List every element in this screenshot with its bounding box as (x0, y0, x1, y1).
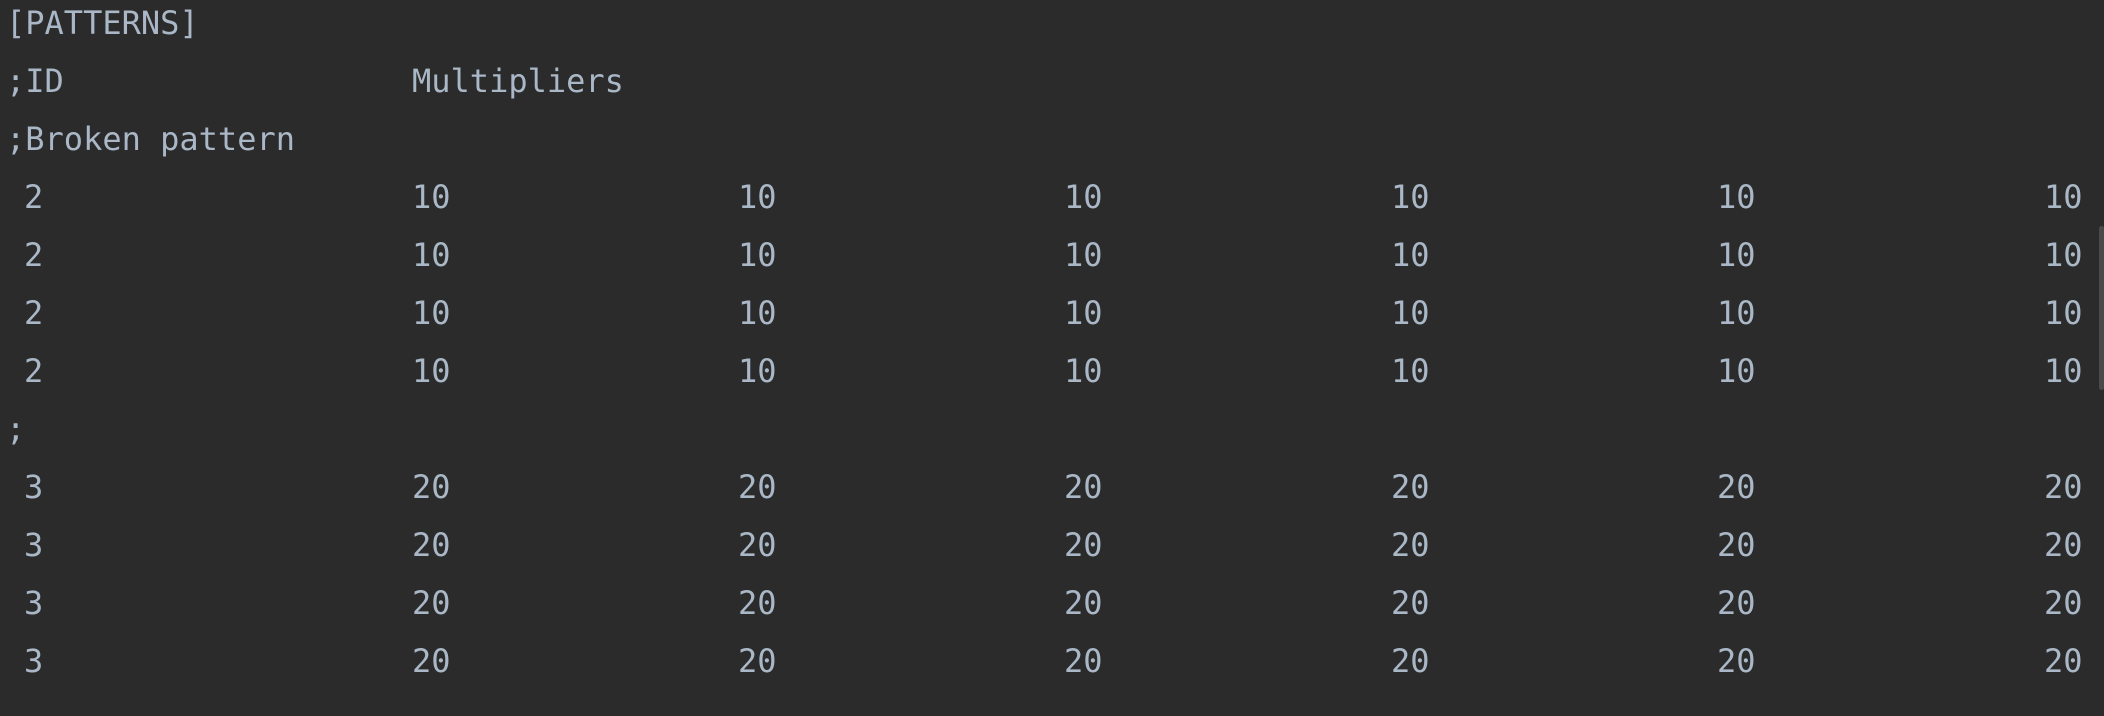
pattern-id: 2 (24, 352, 44, 390)
multiplier-value: 10 (2044, 352, 2083, 390)
pattern-row: 3 20 20 20 20 20 20 (0, 580, 2090, 638)
multiplier-value: 10 (2044, 178, 2083, 216)
pattern-row: 2 10 10 10 10 10 10 (0, 348, 2090, 406)
multiplier-value: 20 (1391, 468, 1430, 506)
multiplier-value: 20 (738, 468, 777, 506)
comment-broken-pattern: ;Broken pattern (6, 120, 295, 158)
multiplier-value: 10 (2044, 236, 2083, 274)
multiplier-value: 10 (1064, 178, 1103, 216)
multiplier-value: 10 (2044, 294, 2083, 332)
multiplier-value: 10 (1391, 294, 1430, 332)
multiplier-value: 10 (738, 294, 777, 332)
pattern-row: 3 20 20 20 20 20 20 (0, 522, 2090, 580)
multiplier-value: 10 (412, 294, 451, 332)
multiplier-value: 20 (1391, 642, 1430, 680)
multiplier-value: 10 (1064, 352, 1103, 390)
pattern-row: 2 10 10 10 10 10 10 (0, 174, 2090, 232)
multiplier-value: 10 (1064, 236, 1103, 274)
comment-multipliers: Multipliers (412, 62, 624, 100)
multiplier-value: 20 (1717, 584, 1756, 622)
separator-comment: ; (6, 410, 26, 448)
vertical-scrollbar[interactable] (2099, 226, 2104, 390)
pattern-id: 2 (24, 294, 44, 332)
code-editor[interactable]: [PATTERNS] ;ID Multipliers ;Broken patte… (0, 0, 2104, 716)
multiplier-value: 20 (1717, 642, 1756, 680)
pattern-row: 3 20 20 20 20 20 20 (0, 638, 2090, 696)
multiplier-value: 20 (738, 526, 777, 564)
multiplier-value: 10 (738, 236, 777, 274)
pattern-id: 3 (24, 526, 44, 564)
multiplier-value: 10 (738, 178, 777, 216)
multiplier-value: 20 (1717, 526, 1756, 564)
multiplier-value: 20 (412, 642, 451, 680)
multiplier-value: 10 (1391, 236, 1430, 274)
multiplier-value: 20 (1391, 584, 1430, 622)
pattern-id: 2 (24, 178, 44, 216)
comment-line: ;ID Multipliers (0, 58, 2090, 116)
comment-id: ;ID (6, 62, 64, 100)
section-header: [PATTERNS] (6, 4, 199, 42)
pattern-id: 3 (24, 642, 44, 680)
multiplier-value: 20 (1064, 642, 1103, 680)
multiplier-value: 10 (1064, 294, 1103, 332)
multiplier-value: 20 (412, 526, 451, 564)
multiplier-value: 10 (1717, 352, 1756, 390)
multiplier-value: 20 (1064, 526, 1103, 564)
pattern-row: 2 10 10 10 10 10 10 (0, 290, 2090, 348)
multiplier-value: 10 (1391, 352, 1430, 390)
multiplier-value: 20 (738, 642, 777, 680)
multiplier-value: 20 (412, 584, 451, 622)
pattern-row: 2 10 10 10 10 10 10 (0, 232, 2090, 290)
comment-line: ;Broken pattern (0, 116, 2090, 174)
multiplier-value: 20 (1717, 468, 1756, 506)
multiplier-value: 20 (738, 584, 777, 622)
pattern-id: 3 (24, 584, 44, 622)
multiplier-value: 10 (1717, 236, 1756, 274)
pattern-id: 3 (24, 468, 44, 506)
multiplier-value: 20 (1064, 584, 1103, 622)
pattern-id: 2 (24, 236, 44, 274)
multiplier-value: 20 (2044, 584, 2083, 622)
multiplier-value: 10 (412, 236, 451, 274)
multiplier-value: 10 (1391, 178, 1430, 216)
multiplier-value: 10 (412, 352, 451, 390)
multiplier-value: 10 (738, 352, 777, 390)
multiplier-value: 10 (412, 178, 451, 216)
separator-line: ; (0, 406, 2090, 464)
multiplier-value: 10 (1717, 178, 1756, 216)
multiplier-value: 20 (2044, 526, 2083, 564)
pattern-row: 3 20 20 20 20 20 20 (0, 464, 2090, 522)
multiplier-value: 20 (412, 468, 451, 506)
multiplier-value: 10 (1717, 294, 1756, 332)
multiplier-value: 20 (1064, 468, 1103, 506)
multiplier-value: 20 (2044, 468, 2083, 506)
multiplier-value: 20 (2044, 642, 2083, 680)
section-header-line: [PATTERNS] (0, 0, 2090, 58)
multiplier-value: 20 (1391, 526, 1430, 564)
